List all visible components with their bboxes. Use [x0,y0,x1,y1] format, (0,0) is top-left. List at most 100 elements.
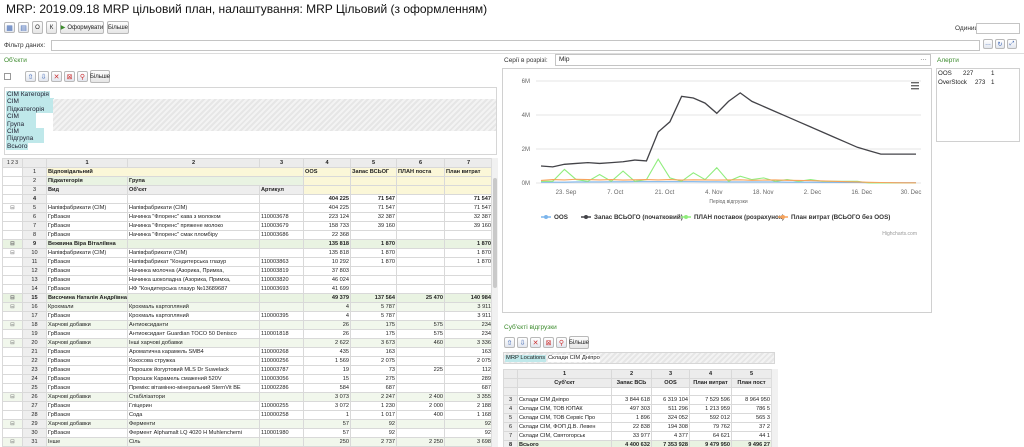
sub-table-row[interactable]: 7 Склади СІМ, Святогорськ 33 977 4 377 64 62… [503,431,771,442]
table-view-icon[interactable]: ▦ [4,22,15,33]
series-more-icon[interactable]: … [920,55,927,62]
sub-table-row[interactable]: 4 Склади СІМ, ТОВ ЮПАК 497 303 511 296 1 213… [503,404,771,415]
expand-toggle[interactable] [2,428,23,438]
table-row[interactable]: 14 ГрВзаєм НФ "Кондитерська глазур №136896… [2,284,492,294]
scroll-thumb[interactable] [493,178,497,288]
chip-subcategory[interactable]: СІМ Підкатегорія [6,98,54,114]
up-arrow-icon[interactable]: ⇧ [25,71,36,82]
more-dots-icon[interactable]: … [983,39,993,49]
legend-item[interactable]: OOS [541,214,568,221]
chip-group[interactable]: СІМ Група [6,113,36,129]
table-row[interactable]: 13 ГрВзаєм Начинка шоколадна (Азорика, При… [2,275,492,285]
table-row[interactable]: ⊟ 5 Напівфабрикати (СІМ) Напівфабрикати (СІ… [2,203,492,213]
k-button[interactable]: К [46,21,57,34]
table-row[interactable]: ⊟ 15 Височина Наталія Андріївна 49 379 137 5… [2,293,492,303]
table-row[interactable]: 28 ГрВзаєм Сода 110000258 1 1 017 400 1 168 [2,410,492,420]
expand-toggle[interactable]: ⊟ [2,338,23,348]
expand-toggle[interactable] [2,347,23,357]
table-row[interactable]: 23 ГрВзаєм Порошок йогуртовий MLS Dr Suwel… [2,365,492,375]
series-select[interactable]: Мір [555,54,931,66]
table-row[interactable]: ⊟ 9 Вежвина Віра Віталіївна 135 818 1 870 1 8… [2,239,492,249]
expand-toggle[interactable]: ⊟ [2,392,23,402]
expand-toggle[interactable] [2,311,23,321]
expand-icon[interactable]: ⤢ [1007,39,1017,49]
sub-search-icon[interactable]: ⚲ [556,337,567,348]
expand-toggle[interactable]: ⊟ [2,302,23,312]
expand-toggle[interactable]: ⊟ [2,419,23,429]
expand-toggle[interactable] [2,212,23,222]
more-button[interactable]: Більше [107,21,129,34]
expand-toggle[interactable] [2,194,23,204]
expand-toggle[interactable] [2,266,23,276]
legend-item[interactable]: Запас ВСЬОГО (початковий) [581,213,683,221]
expand-toggle[interactable]: ⊟ [2,293,23,303]
main-grid[interactable]: 1 2 3 1 2 3 4 5 6 7 1 Відповідальний OOS… [2,158,492,447]
table-row[interactable]: ⊟ 29 Харчові добавки Ферменти 57 92 92 [2,419,492,429]
table-row[interactable]: 21 ГрВзаєм Ароматична карамель SMB4 1100002… [2,347,492,357]
sub-grid-scrollbar[interactable] [771,369,778,447]
expand-toggle[interactable] [2,410,23,420]
sub-table-row[interactable]: 5 Склади СІМ, ТОВ Сервіс Про 1 896 324 052 5… [503,413,771,424]
sub-table-row[interactable]: 6 Склади СІМ, ФОП Д.В. Левен 22 838 194 308… [503,422,771,433]
expand-toggle[interactable] [2,329,23,339]
chart-view-icon[interactable]: ▤ [18,22,29,33]
down-arrow-icon[interactable]: ⇩ [38,71,49,82]
sub-table-row[interactable]: 3 Склади СІМ Дніпро 3 844 618 6 319 104 7 52… [503,395,771,406]
table-row[interactable]: ⊟ 18 Харчові добавки Антиоксиданти 26 175 575 2… [2,320,492,330]
alert-row[interactable]: OverStock 273 1 [937,78,1019,87]
table-row[interactable]: 12 ГрВзаєм Начинка молочна (Азорика, Примх… [2,266,492,276]
chip-total[interactable]: Всього [6,142,28,151]
table-row[interactable]: ⊟ 26 Харчові добавки Стабілізатори 3 073 2 24… [2,392,492,402]
select-all-checkbox[interactable] [4,73,11,80]
table-row[interactable]: ⊟ 10 Напівфабрикати (СІМ) Напівфабрикати (С… [2,248,492,258]
expand-toggle[interactable]: ⊟ [2,437,23,447]
table-row[interactable]: 25 ГрВзаєм Премікс вітамінно-мінеральний S… [2,383,492,393]
expand-toggle[interactable]: ⊟ [2,203,23,213]
expand-toggle[interactable] [2,356,23,366]
table-row[interactable]: 19 ГрВзаєм Антиоксидант Guardian TOCO 50 D… [2,329,492,339]
legend-item[interactable]: План витрат (ВСЬОГО без ООS) [778,213,890,221]
table-row[interactable]: 11 ГрВзаєм Напівфабрикат "Кондитерська гла… [2,257,492,267]
sub-down-arrow-icon[interactable]: ⇩ [517,337,528,348]
table-row[interactable]: ⊟ 16 Крохмали Крохмаль картопляний 4 5 787 3 9… [2,302,492,312]
objects-more-button[interactable]: Більше [90,70,110,83]
chip-category[interactable]: СІМ Категорія [6,91,50,99]
expand-toggle[interactable] [2,257,23,267]
unit-select[interactable] [976,23,1020,34]
form-button[interactable]: ▶ Оформувати [60,21,104,34]
expand-toggle[interactable]: ⊟ [2,320,23,330]
table-row[interactable]: 7 ГрВзаєм Начинка "Флоренс" пряжене молоко… [2,221,492,231]
table-row[interactable]: 30 ГрВзаєм Фермент Alphamalt LQ 4020 H Muh… [2,428,492,438]
o-button[interactable]: О [32,21,43,34]
expand-toggle[interactable] [2,365,23,375]
filter-input[interactable] [51,40,980,51]
refresh-icon[interactable]: ↻ [995,39,1005,49]
chip-subgroup[interactable]: СІМ Підгрупа [6,128,44,143]
expand-toggle[interactable] [2,284,23,294]
legend-item[interactable]: ПЛАН поставок (розрахунок) [681,214,784,221]
chart-menu-icon[interactable] [911,82,919,90]
main-grid-scrollbar[interactable] [491,158,498,447]
expand-toggle[interactable] [2,230,23,240]
expand-toggle[interactable]: ⊟ [2,239,23,249]
table-row[interactable]: 22 ГрВзаєм Кокосова стружка 110000256 1 569 2… [2,356,492,366]
table-row[interactable]: 24 ГрВзаєм Порошок Карамель смажений 520V 1… [2,374,492,384]
chip-mrp-locations[interactable]: MRP Locations [505,355,547,362]
sub-delete-icon[interactable]: ⊠ [543,337,554,348]
clear-filter-icon[interactable]: ✕ [51,71,62,82]
expand-toggle[interactable] [2,383,23,393]
expand-toggle[interactable] [2,275,23,285]
alert-row[interactable]: OOS 227 1 [937,69,1019,78]
table-row[interactable]: 6 ГрВзаєм Начинка "Флоренс" кава з молоком… [2,212,492,222]
table-row[interactable]: 17 ГрВзаєм Крохмаль картопляний 110000395 4 5… [2,311,492,321]
table-row[interactable]: ⊟ 31 Інше Сіль 250 2 737 2 250 3 698 [2,437,492,447]
expand-toggle[interactable] [2,221,23,231]
delete-icon[interactable]: ⊠ [64,71,75,82]
sub-table-row[interactable]: 8 Всього 4 400 632 7 353 928 9 479 950 9 496 … [503,440,771,447]
sub-more-button[interactable]: Більше [569,336,589,349]
table-row[interactable]: 27 ГрВзаєм Гліцерин 110000255 3 072 1 230 2 00… [2,401,492,411]
expand-toggle[interactable]: ⊟ [2,248,23,258]
sub-grid[interactable]: 1 2 3 4 5 Суб'єкт Запас ВСЬ OOS План вит… [503,369,771,447]
sub-clear-filter-icon[interactable]: ✕ [530,337,541,348]
sub-up-arrow-icon[interactable]: ⇧ [504,337,515,348]
